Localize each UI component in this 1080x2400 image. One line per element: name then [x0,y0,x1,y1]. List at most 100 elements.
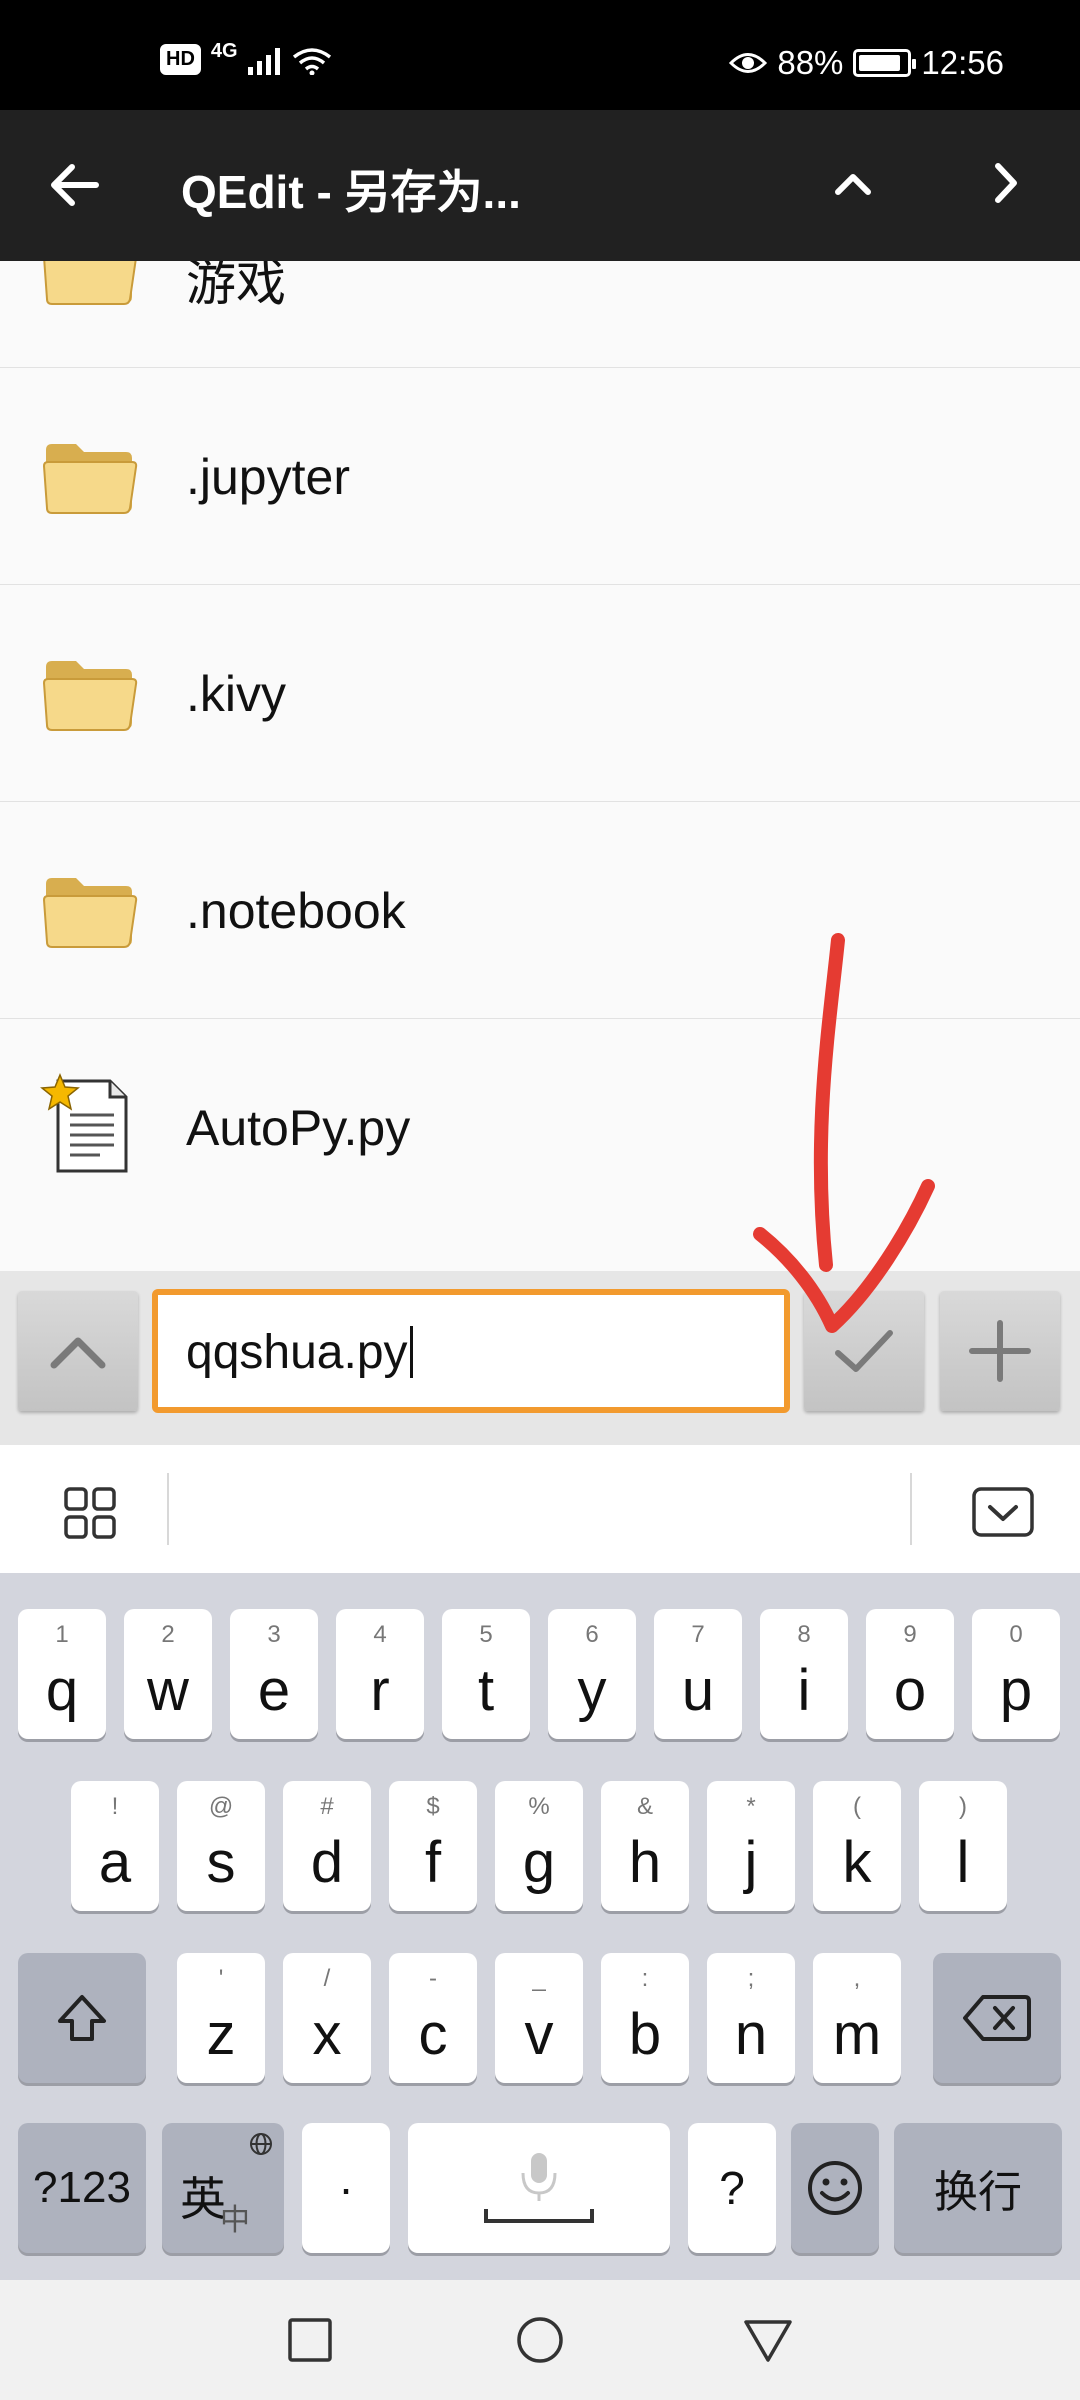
key-r[interactable]: 4r [336,1609,424,1739]
key-n[interactable]: ; n [707,1953,795,2083]
key-s[interactable]: @ s [177,1781,265,1911]
collapse-button[interactable] [18,1291,138,1411]
file-list-item[interactable]: 游戏 [0,261,1080,368]
key-label: b [628,2002,662,2067]
recent-apps-icon[interactable] [282,2312,338,2368]
file-list-item[interactable]: .jupyter [0,368,1080,585]
key-l[interactable]: ) l [919,1781,1007,1911]
key-t[interactable]: 5t [442,1609,530,1739]
plus-icon [969,1320,1031,1382]
wifi-icon [292,47,331,75]
key-u[interactable]: 7u [654,1609,742,1739]
key-label: r [370,1658,390,1723]
key-label: i [797,1658,811,1723]
key-b[interactable]: :b [601,1953,689,2083]
key-o[interactable]: 9o [866,1609,954,1739]
key-label: d [310,1830,344,1895]
key-f[interactable]: $ f [389,1781,477,1911]
key-hint: 3 [267,1621,281,1648]
key-q[interactable]: 1q [18,1609,106,1739]
file-name: AutoPy.py [186,1100,411,1156]
key-hint: , [853,1965,861,1992]
confirm-save-button[interactable] [804,1291,924,1411]
key-label: p [999,1658,1033,1723]
key-z[interactable]: ' z [177,1953,265,2083]
file-list-item[interactable]: .notebook [0,802,1080,1019]
key-e[interactable]: 3e [230,1609,318,1739]
key-hint: : [641,1965,649,1992]
key-label: u [681,1658,715,1723]
key-label: t [477,1658,495,1723]
battery-icon [853,49,917,77]
key-x[interactable]: / x [283,1953,371,2083]
key-label: m [832,2002,882,2067]
dot-key[interactable]: · [302,2123,390,2253]
language-switch-key[interactable]: 英 中 [162,2123,284,2253]
signal-icon [247,45,280,75]
backspace-icon [963,1995,1031,2041]
key-hint: _ [532,1965,546,1992]
enter-label: 换行 [934,2168,1022,2217]
key-label: z [206,2002,236,2067]
symbols-key[interactable]: ?123 [18,2123,146,2253]
key-c[interactable]: -c [389,1953,477,2083]
key-hint: 0 [1009,1621,1023,1648]
key-label: h [628,1830,662,1895]
new-folder-button[interactable] [940,1291,1060,1411]
key-label: g [522,1830,556,1895]
key-hint: 8 [797,1621,811,1648]
chevron-right-icon[interactable] [972,150,1038,216]
key-hint: ; [747,1965,755,1992]
key-m[interactable]: ,m [813,1953,901,2083]
key-label: q [45,1658,79,1723]
emoji-key[interactable] [791,2123,879,2253]
key-hint: ! [111,1793,119,1820]
backspace-key[interactable] [933,1953,1061,2083]
battery-level [859,55,900,71]
divider [910,1473,912,1545]
file-list: 游戏 .jupyter .kivy .notebook AutoPy.py [0,261,1080,1271]
key-hint: 6 [585,1621,599,1648]
key-label: e [257,1658,291,1723]
file-name: 游戏 [186,261,286,311]
enter-key[interactable]: 换行 [894,2123,1062,2253]
key-g[interactable]: % g [495,1781,583,1911]
key-label: f [424,1830,442,1895]
back-arrow-icon[interactable] [42,152,108,218]
shift-key[interactable] [18,1953,146,2083]
key-a[interactable]: ! a [71,1781,159,1911]
parent-folder-up-icon[interactable] [820,150,886,216]
key-k[interactable]: (k [813,1781,901,1911]
key-w[interactable]: 2w [124,1609,212,1739]
key-d[interactable]: # d [283,1781,371,1911]
key-j[interactable]: * j [707,1781,795,1911]
status-right: 88% 12:56 [729,44,1004,82]
file-list-item[interactable]: .kivy [0,585,1080,802]
space-key[interactable] [408,2123,670,2253]
key-p[interactable]: 0p [972,1609,1060,1739]
key-h[interactable]: & h [601,1781,689,1911]
key-hint: / [323,1965,331,1992]
hide-keyboard-icon[interactable] [970,1485,1036,1541]
key-v[interactable]: _ v [495,1953,583,2083]
file-name: .jupyter [186,449,350,505]
home-icon[interactable] [512,2312,568,2368]
key-y[interactable]: 6y [548,1609,636,1739]
question-mark-key[interactable]: ? [688,2123,776,2253]
filename-input[interactable]: qqshua.py [152,1289,790,1413]
key-hint: & [636,1793,653,1820]
key-hint: ' [218,1965,224,1992]
status-bar: HD 4G 88% 12:56 [0,0,1080,110]
key-i[interactable]: 8i [760,1609,848,1739]
key-hint: 4 [373,1621,387,1648]
back-triangle-icon[interactable] [740,2312,796,2368]
file-list-item[interactable]: AutoPy.py [0,1019,1080,1236]
key-hint: % [528,1793,550,1820]
filename-text: qqshua.py [186,1325,413,1380]
key-hint: - [429,1965,437,1992]
keyboard-toolbar [0,1445,1080,1573]
apps-grid-icon[interactable] [62,1485,118,1541]
network-type: 4G [210,40,238,62]
app-toolbar: QEdit - 另存为... [0,110,1080,261]
folder-icon [42,444,138,514]
